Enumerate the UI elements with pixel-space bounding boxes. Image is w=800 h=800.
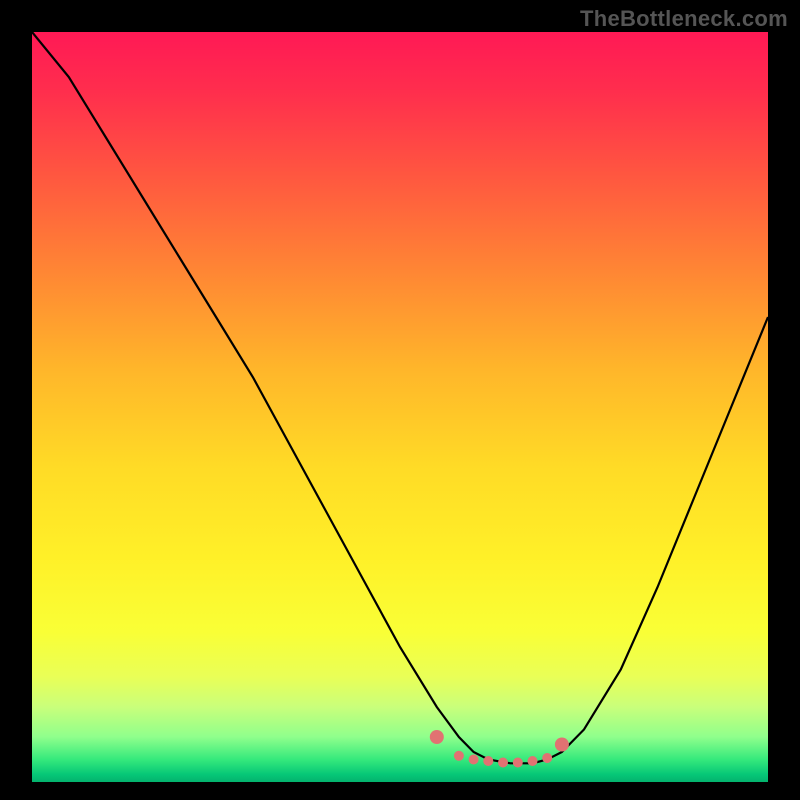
accent-dot xyxy=(430,730,444,744)
accent-dot xyxy=(498,758,508,768)
accent-dot xyxy=(469,755,479,765)
bottleneck-curve-line xyxy=(32,32,768,763)
accent-dot xyxy=(454,751,464,761)
accent-dot xyxy=(513,758,523,768)
accent-dot xyxy=(528,756,538,766)
accent-dots-group xyxy=(430,730,569,768)
chart-svg xyxy=(32,32,768,782)
watermark-text: TheBottleneck.com xyxy=(580,6,788,32)
accent-dot xyxy=(542,753,552,763)
plot-area xyxy=(32,32,768,782)
accent-dot xyxy=(483,756,493,766)
accent-dot xyxy=(555,738,569,752)
